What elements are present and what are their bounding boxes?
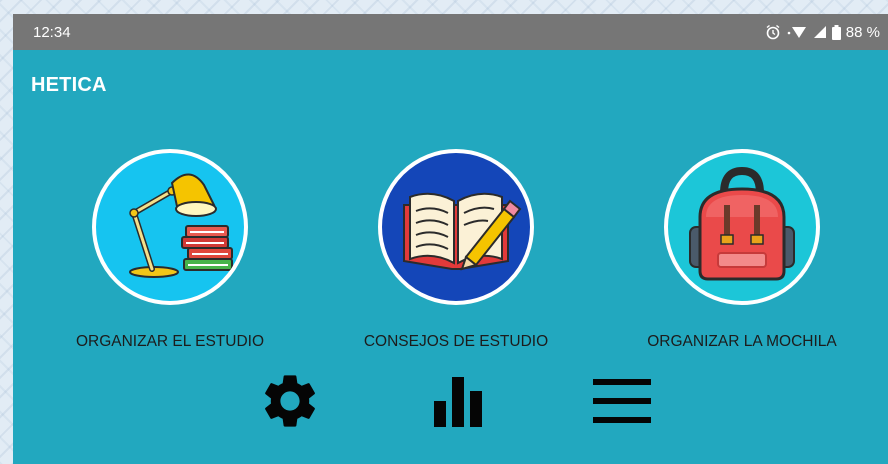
tile-label: ORGANIZAR EL ESTUDIO — [75, 333, 265, 350]
tile-label: CONSEJOS DE ESTUDIO — [363, 333, 549, 350]
status-icons: 88 % — [765, 24, 880, 41]
tile-organizar-estudio[interactable]: ORGANIZAR EL ESTUDIO — [40, 149, 300, 359]
tile-icon-circle[interactable] — [664, 149, 820, 305]
app-screen: 12:34 88 % HETICA ORGANIZAR EL ESTUDIO C… — [13, 14, 888, 464]
tile-icon-circle[interactable] — [378, 149, 534, 305]
open-book-pencil-icon — [403, 192, 522, 271]
wifi-icon — [787, 27, 806, 38]
tile-icon-circle[interactable] — [92, 149, 248, 305]
backpack-icon — [689, 166, 795, 281]
tile-consejos-estudio[interactable]: CONSEJOS DE ESTUDIO — [326, 149, 586, 359]
alarm-icon — [766, 24, 780, 40]
battery-icon — [831, 24, 841, 40]
stats-bars-icon — [434, 377, 482, 427]
menu-button[interactable] — [587, 366, 657, 436]
settings-gear-icon — [265, 375, 315, 427]
battery-percentage: 88 % — [845, 23, 880, 41]
bottom-toolbar — [13, 366, 888, 436]
settings-button[interactable] — [255, 366, 325, 436]
signal-icon — [813, 26, 826, 38]
menu-icon — [593, 379, 651, 423]
status-bar: 12:34 88 % — [13, 14, 888, 50]
status-time: 12:34 — [33, 23, 71, 41]
tile-label: ORGANIZAR LA MOCHILA — [647, 333, 837, 350]
tile-organizar-mochila[interactable]: ORGANIZAR LA MOCHILA — [612, 149, 872, 359]
desk-lamp-books-icon — [129, 173, 233, 278]
statistics-button[interactable] — [423, 366, 493, 436]
app-title: HETICA — [31, 74, 107, 96]
